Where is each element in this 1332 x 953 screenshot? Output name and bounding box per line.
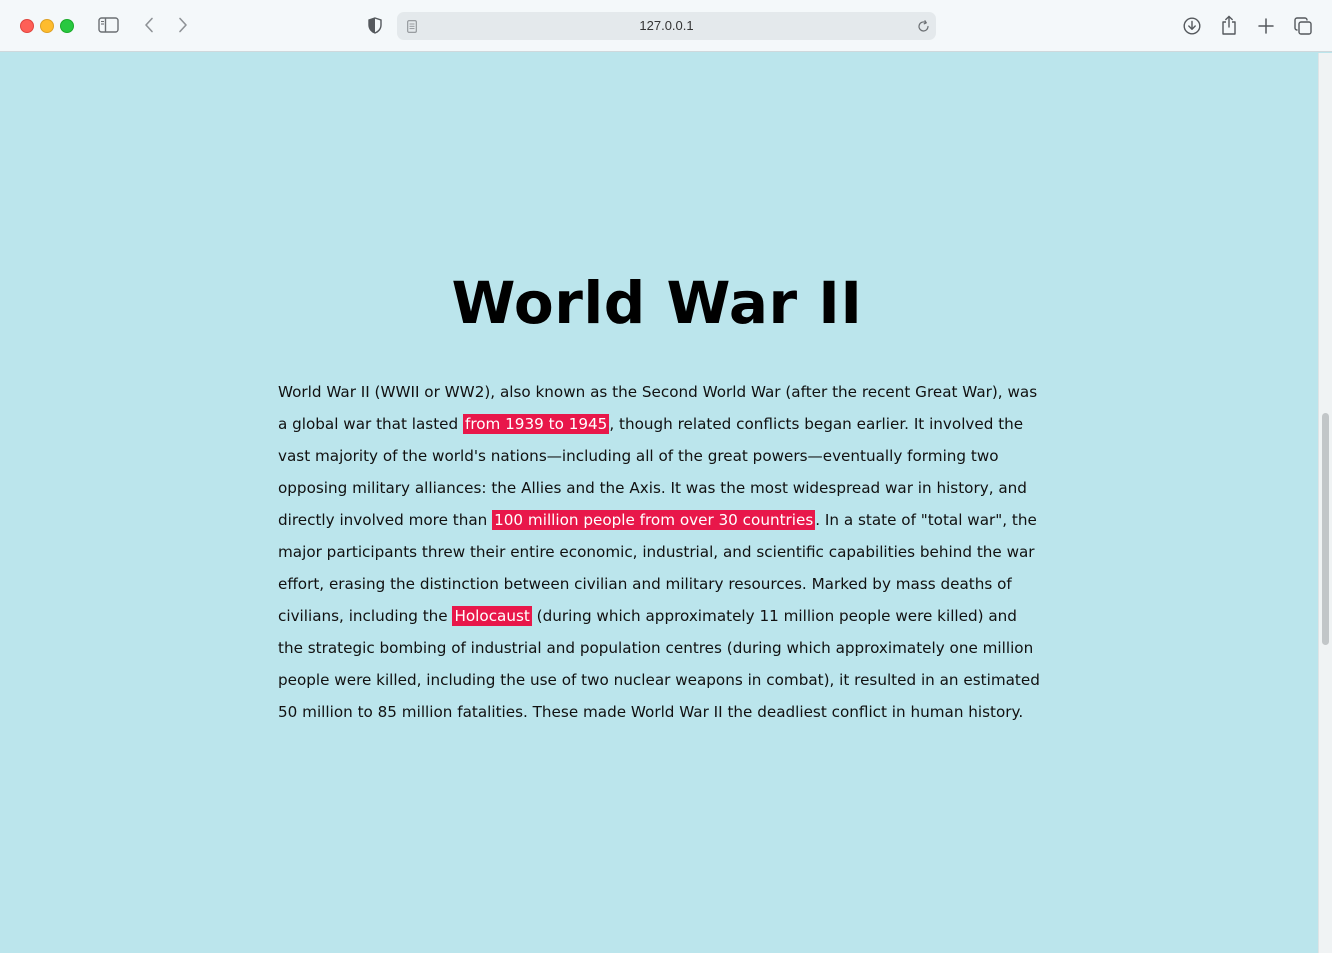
new-tab-icon[interactable]: [1255, 15, 1277, 37]
article-paragraph: World War II (WWII or WW2), also known a…: [278, 376, 1046, 728]
page-content: World War II World War II (WWII or WW2),…: [0, 53, 1318, 953]
vertical-scrollbar[interactable]: [1318, 53, 1332, 953]
download-icon[interactable]: [1181, 15, 1203, 37]
highlight-people: 100 million people from over 30 countrie…: [492, 510, 816, 530]
close-window-button[interactable]: [20, 19, 34, 33]
shield-icon[interactable]: [365, 15, 385, 35]
browser-toolbar: 127.0.0.1: [0, 0, 1332, 52]
back-icon[interactable]: [140, 15, 158, 35]
page-title: World War II: [451, 269, 863, 337]
zoom-window-button[interactable]: [60, 19, 74, 33]
reload-icon[interactable]: [915, 18, 931, 34]
scrollbar-thumb[interactable]: [1322, 413, 1329, 645]
highlight-holocaust: Holocaust: [452, 606, 532, 626]
sidebar-icon[interactable]: [96, 15, 120, 35]
address-bar[interactable]: 127.0.0.1: [397, 12, 936, 40]
browser-window: 127.0.0.1 World War II World War II (WWI…: [0, 0, 1332, 953]
url-text: 127.0.0.1: [639, 18, 694, 33]
minimize-window-button[interactable]: [40, 19, 54, 33]
forward-icon[interactable]: [174, 15, 192, 35]
highlight-dates: from 1939 to 1945: [462, 414, 610, 434]
tabs-overview-icon[interactable]: [1292, 15, 1314, 37]
share-icon[interactable]: [1218, 13, 1240, 37]
